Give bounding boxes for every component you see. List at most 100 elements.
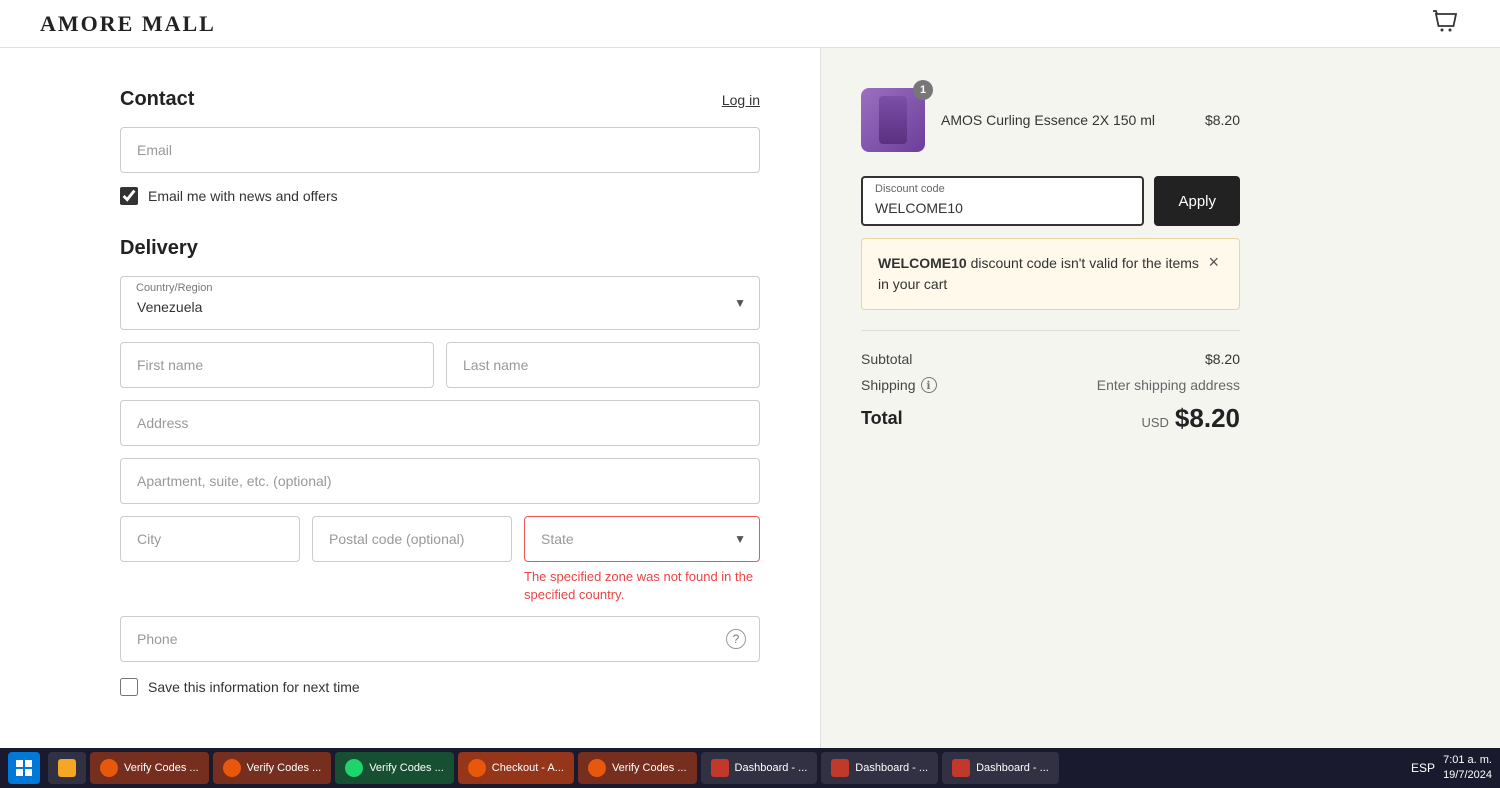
postal-input[interactable] <box>312 516 512 562</box>
taskbar-browser1-button[interactable]: Verify Codes ... <box>90 752 209 784</box>
product-image-wrap: 1 <box>861 88 925 152</box>
cart-button[interactable] <box>1432 8 1460 39</box>
product-name: AMOS Curling Essence 2X 150 ml <box>941 112 1189 128</box>
taskbar-btn4-label: Verify Codes ... <box>612 762 687 774</box>
subtotal-row: Subtotal $8.20 <box>861 351 1240 367</box>
taskbar-browser3-button[interactable]: Verify Codes ... <box>335 752 454 784</box>
country-select[interactable]: Venezuela <box>120 276 760 330</box>
state-select-wrap: State ▼ The specified zone was not found… <box>524 516 760 604</box>
email-optin-checkbox[interactable] <box>120 187 138 205</box>
browser4-icon <box>588 759 606 777</box>
taskbar-dash2-label: Dashboard - ... <box>855 762 928 774</box>
browser1-icon <box>100 759 118 777</box>
windows-icon <box>15 759 33 777</box>
phone-input[interactable] <box>120 616 760 662</box>
apartment-input[interactable] <box>120 458 760 504</box>
divider <box>861 330 1240 331</box>
taskbar-dash3-button[interactable]: Dashboard - ... <box>942 752 1059 784</box>
discount-error-text: WELCOME10 discount code isn't valid for … <box>878 253 1204 295</box>
save-info-label[interactable]: Save this information for next time <box>148 679 360 695</box>
cart-icon <box>1432 8 1460 36</box>
taskbar-btn2-label: Verify Codes ... <box>247 762 322 774</box>
address-input[interactable] <box>120 400 760 446</box>
taskbar-date: 19/7/2024 <box>1443 768 1492 783</box>
country-label: Country/Region <box>136 282 212 294</box>
subtotal-value: $8.20 <box>1205 351 1240 367</box>
taskbar: Verify Codes ... Verify Codes ... Verify… <box>0 748 1500 788</box>
total-row: Total USD $8.20 <box>861 403 1240 434</box>
contact-title: Contact <box>120 88 194 111</box>
product-image-inner <box>879 96 907 144</box>
first-name-input[interactable] <box>120 342 434 388</box>
discount-code-section: Discount code Apply WELCOME10 discount c… <box>861 176 1240 310</box>
shipping-info-icon[interactable]: ℹ <box>921 377 937 393</box>
shipping-value: Enter shipping address <box>1097 377 1240 393</box>
product-row: 1 AMOS Curling Essence 2X 150 ml $8.20 <box>861 88 1240 152</box>
product-badge: 1 <box>913 80 933 100</box>
login-link[interactable]: Log in <box>722 92 760 108</box>
apartment-group <box>120 458 760 504</box>
state-error-message: The specified zone was not found in the … <box>524 568 760 604</box>
taskbar-dash2-button[interactable]: Dashboard - ... <box>821 752 938 784</box>
product-image <box>861 88 925 152</box>
logo: AMORE MALL <box>40 11 216 37</box>
phone-group: ? <box>120 616 760 662</box>
error-close-button[interactable]: × <box>1204 253 1223 271</box>
taskbar-time: 7:01 a. m. <box>1443 753 1492 768</box>
product-price: $8.20 <box>1205 112 1240 128</box>
taskbar-checkout-label: Checkout - A... <box>492 762 564 774</box>
dash2-icon <box>831 759 849 777</box>
total-currency: USD <box>1141 415 1168 430</box>
name-row <box>120 342 760 388</box>
shipping-label: Shipping <box>861 377 916 393</box>
state-select[interactable]: State <box>524 516 760 562</box>
discount-input-wrap: Discount code <box>861 176 1144 226</box>
header: AMORE MALL <box>0 0 1500 48</box>
browser2-icon <box>223 759 241 777</box>
email-optin-label[interactable]: Email me with news and offers <box>148 188 338 204</box>
delivery-section: Delivery Country/Region Venezuela ▼ <box>120 237 760 696</box>
taskbar-lang: ESP <box>1411 761 1435 775</box>
checkout-form: Contact Log in Email me with news and of… <box>0 48 820 788</box>
total-label: Total <box>861 408 903 429</box>
phone-help-icon[interactable]: ? <box>726 629 746 649</box>
taskbar-right: ESP 7:01 a. m. 19/7/2024 <box>1411 753 1492 784</box>
taskbar-dash3-label: Dashboard - ... <box>976 762 1049 774</box>
discount-code-label: Discount code <box>875 183 945 195</box>
taskbar-dash1-button[interactable]: Dashboard - ... <box>701 752 818 784</box>
apply-button[interactable]: Apply <box>1154 176 1240 226</box>
save-info-checkbox[interactable] <box>120 678 138 696</box>
taskbar-dash1-label: Dashboard - ... <box>735 762 808 774</box>
address-group <box>120 400 760 446</box>
taskbar-browser2-button[interactable]: Verify Codes ... <box>213 752 332 784</box>
taskbar-browser4-button[interactable]: Verify Codes ... <box>578 752 697 784</box>
discount-row: Discount code Apply <box>861 176 1240 226</box>
taskbar-time-display: 7:01 a. m. 19/7/2024 <box>1443 753 1492 784</box>
taskbar-btn1-label: Verify Codes ... <box>124 762 199 774</box>
contact-section-header: Contact Log in <box>120 88 760 111</box>
files-icon <box>58 759 76 777</box>
save-info-row: Save this information for next time <box>120 678 760 696</box>
city-postal-state-row: State ▼ The specified zone was not found… <box>120 516 760 604</box>
browser3-icon <box>345 759 363 777</box>
discount-error-banner: WELCOME10 discount code isn't valid for … <box>861 238 1240 310</box>
taskbar-btn3-label: Verify Codes ... <box>369 762 444 774</box>
city-input[interactable] <box>120 516 300 562</box>
shipping-row: Shipping ℹ Enter shipping address <box>861 377 1240 393</box>
total-amount: USD $8.20 <box>1141 403 1240 434</box>
country-select-wrap: Country/Region Venezuela ▼ <box>120 276 760 330</box>
total-value: $8.20 <box>1175 403 1240 434</box>
start-button[interactable] <box>8 752 40 784</box>
last-name-input[interactable] <box>446 342 760 388</box>
subtotal-label: Subtotal <box>861 351 912 367</box>
shipping-label-wrap: Shipping ℹ <box>861 377 937 393</box>
order-summary-panel: 1 AMOS Curling Essence 2X 150 ml $8.20 D… <box>820 48 1280 788</box>
taskbar-checkout-button[interactable]: Checkout - A... <box>458 752 574 784</box>
discount-error-code: WELCOME10 <box>878 255 967 271</box>
email-input[interactable] <box>120 127 760 173</box>
taskbar-files-button[interactable] <box>48 752 86 784</box>
delivery-title: Delivery <box>120 237 760 260</box>
checkout-icon <box>468 759 486 777</box>
email-optin-row: Email me with news and offers <box>120 187 760 205</box>
dash1-icon <box>711 759 729 777</box>
